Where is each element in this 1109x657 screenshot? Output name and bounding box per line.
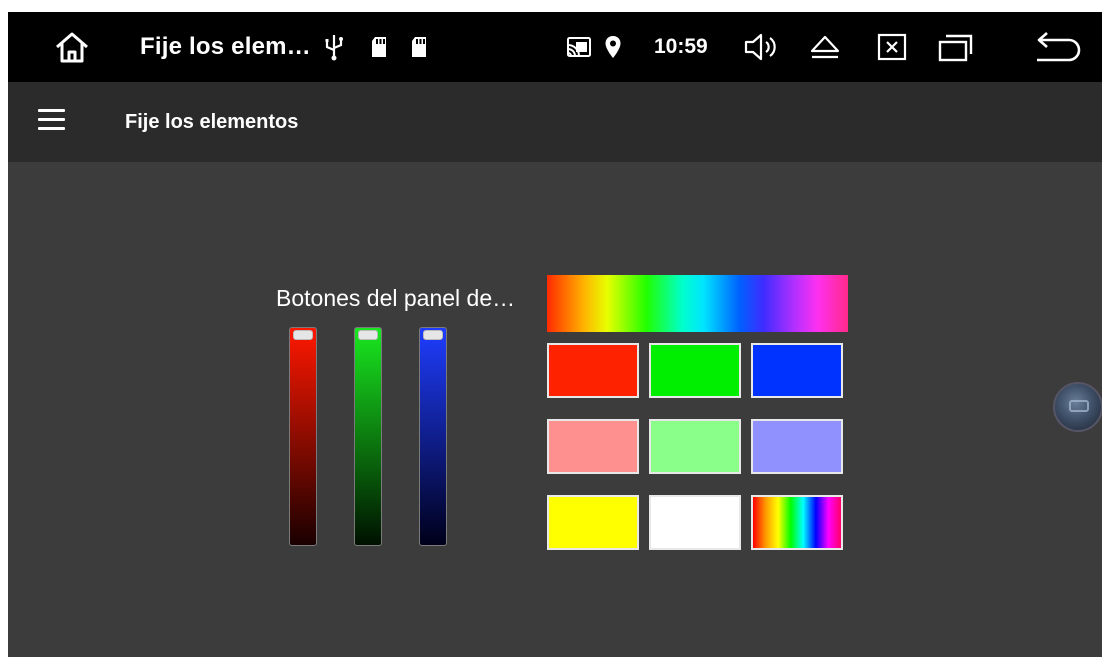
blue-slider-thumb[interactable] — [423, 330, 443, 340]
recent-apps-icon[interactable] — [931, 12, 979, 82]
red-slider[interactable] — [289, 327, 317, 546]
usb-icon — [322, 12, 346, 82]
page-title: Fije los elementos — [125, 111, 299, 133]
app-bar: Fije los elementos — [8, 82, 1102, 162]
volume-icon[interactable] — [739, 12, 783, 82]
status-bar: Fije los elem… 10:59 — [8, 12, 1102, 82]
color-preset-swatch[interactable] — [547, 343, 639, 398]
color-preset-swatch[interactable] — [547, 419, 639, 474]
color-preset-swatch[interactable] — [751, 495, 843, 550]
panel-buttons-label: Botones del panel de… — [276, 285, 516, 311]
back-icon[interactable] — [1026, 12, 1086, 82]
device-screen: Fije los elem… 10:59 Fije los elementos … — [8, 12, 1102, 657]
color-preset-swatch[interactable] — [751, 419, 843, 474]
home-icon[interactable] — [44, 12, 100, 82]
green-slider[interactable] — [354, 327, 382, 546]
location-icon — [601, 12, 625, 82]
sd-card-icon — [367, 12, 391, 82]
color-preset-swatch[interactable] — [649, 343, 741, 398]
eject-icon[interactable] — [803, 12, 847, 82]
sd-card-icon — [407, 12, 431, 82]
color-preset-swatch[interactable] — [649, 495, 741, 550]
green-slider-thumb[interactable] — [358, 330, 378, 340]
color-preset-swatch[interactable] — [751, 343, 843, 398]
status-title: Fije los elem… — [140, 33, 311, 60]
color-preset-swatch[interactable] — [547, 495, 639, 550]
cast-icon — [564, 12, 594, 82]
color-preset-swatch[interactable] — [649, 419, 741, 474]
clock: 10:59 — [654, 35, 708, 58]
hamburger-menu-icon[interactable] — [35, 108, 69, 134]
blue-slider[interactable] — [419, 327, 447, 546]
floating-assistant-button[interactable] — [1053, 382, 1102, 432]
color-spectrum-bar[interactable] — [547, 275, 848, 332]
close-box-icon[interactable] — [870, 12, 914, 82]
red-slider-thumb[interactable] — [293, 330, 313, 340]
